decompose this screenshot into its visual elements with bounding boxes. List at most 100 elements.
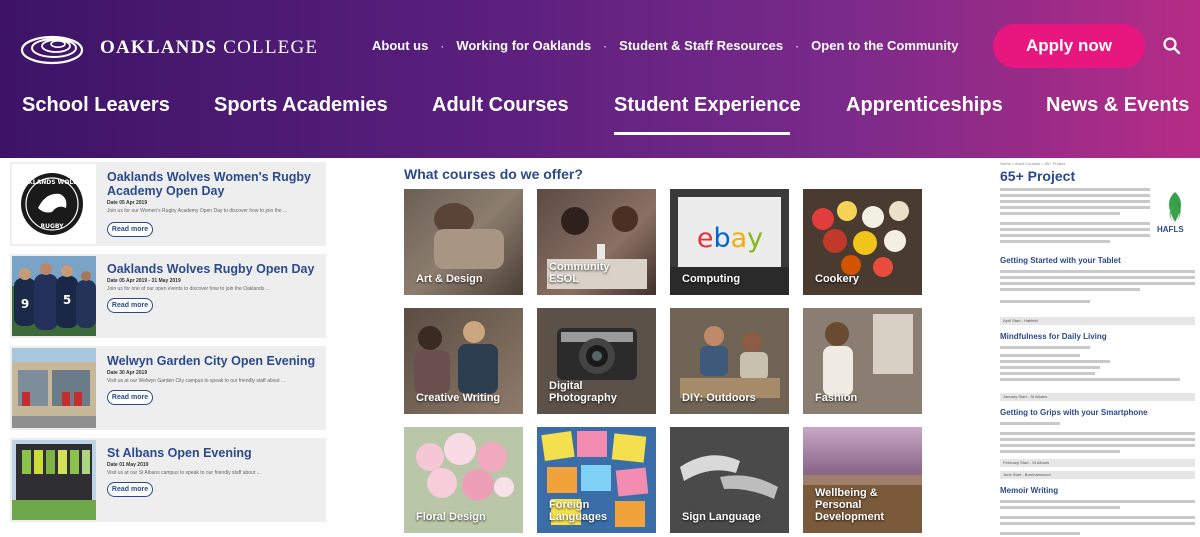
course-label: Art & Design — [416, 273, 483, 285]
apply-now-button[interactable]: Apply now — [993, 24, 1145, 68]
course-tile-digital-photography[interactable]: Digital Photography — [537, 308, 656, 414]
svg-text:OAKLANDS WOLVES: OAKLANDS WOLVES — [19, 179, 86, 186]
text-line — [1000, 378, 1180, 381]
event-date: Date 01 May 2019 — [107, 462, 149, 468]
active-nav-indicator — [614, 132, 790, 135]
course-date-select[interactable]: January Start - St Albans — [1000, 393, 1195, 401]
text-line — [1000, 300, 1090, 303]
wolves-rugby-badge: OAKLANDS WOLVES RUGBY — [12, 164, 96, 244]
course-label: Cookery — [815, 273, 860, 285]
text-line — [1000, 282, 1195, 285]
separator-dot: · — [440, 38, 445, 53]
text-line — [1000, 366, 1100, 369]
event-title[interactable]: Oaklands Wolves Rugby Open Day — [107, 262, 319, 276]
text-line — [1000, 270, 1195, 273]
event-title[interactable]: Oaklands Wolves Women's Rugby Academy Op… — [107, 170, 319, 198]
text-line — [1000, 422, 1060, 425]
course-tile-sign-language[interactable]: Sign Language — [670, 427, 789, 533]
event-description: Visit us at our St Albans campus to spea… — [107, 470, 261, 476]
text-line — [1000, 532, 1080, 535]
event-title[interactable]: Welwyn Garden City Open Evening — [107, 354, 319, 368]
site-header: OAKLANDS COLLEGE About us · Working for … — [0, 0, 1200, 158]
text-line — [1000, 516, 1195, 519]
event-title[interactable]: St Albans Open Evening — [107, 446, 319, 460]
nav-school-leavers[interactable]: School Leavers — [22, 94, 170, 117]
read-more-button[interactable]: Read more — [107, 482, 153, 497]
course-label: Creative Writing — [416, 392, 501, 404]
event-description: Join us for our Women's Rugby Academy Op… — [107, 208, 288, 214]
nav-adult-courses[interactable]: Adult Courses — [432, 94, 569, 117]
course-label: Digital Photography — [549, 380, 617, 404]
event-date: Date 05 Apr 2019 - 31 May 2019 — [107, 278, 181, 284]
utility-link-working-for-oaklands[interactable]: Working for Oaklands — [456, 38, 591, 53]
svg-text:RUGBY: RUGBY — [40, 223, 64, 230]
section-heading: Memoir Writing — [1000, 486, 1059, 495]
event-date: Date 05 Apr 2019 — [107, 200, 148, 206]
section-heading: Mindfulness for Daily Living — [1000, 332, 1107, 341]
utility-link-about-us[interactable]: About us — [372, 38, 428, 53]
course-tile-art-design[interactable]: Art & Design — [404, 189, 523, 295]
project-panel: Home > Adult Courses > 65+ Project 65+ P… — [995, 156, 1200, 537]
utility-link-resources[interactable]: Student & Staff Resources — [619, 38, 783, 53]
text-line — [1000, 506, 1120, 509]
course-tile-foreign-languages[interactable]: Foreign Languages — [537, 427, 656, 533]
text-line — [1000, 288, 1140, 291]
text-line — [1000, 372, 1095, 375]
course-label: Floral Design — [416, 511, 486, 523]
search-button[interactable] — [1160, 34, 1184, 58]
text-line — [1000, 276, 1195, 279]
oaklands-swirl-icon — [20, 35, 84, 65]
courses-heading: What courses do we offer? — [404, 166, 583, 182]
course-label: Foreign Languages — [549, 499, 608, 523]
read-more-button[interactable]: Read more — [107, 222, 153, 237]
course-date-select[interactable]: February Start - St Albans — [1000, 459, 1195, 467]
nav-news-events[interactable]: News & Events — [1046, 94, 1189, 117]
svg-text:5: 5 — [63, 293, 71, 307]
breadcrumb[interactable]: Home > Adult Courses > 65+ Project — [1000, 161, 1065, 166]
text-line — [1000, 234, 1150, 237]
svg-text:ebay: ebay — [697, 223, 763, 254]
course-tile-floral-design[interactable]: Floral Design — [404, 427, 523, 533]
read-more-button[interactable]: Read more — [107, 298, 153, 313]
nav-apprenticeships[interactable]: Apprenticeships — [846, 94, 1003, 117]
course-label: DIY: Outdoors — [682, 392, 756, 404]
event-description: Join us for one of our open events to di… — [107, 286, 270, 292]
read-more-button[interactable]: Read more — [107, 390, 153, 405]
text-line — [1000, 354, 1080, 357]
course-tile-computing[interactable]: ebay Computing — [670, 189, 789, 295]
event-card[interactable]: Welwyn Garden City Open Evening Date 30 … — [10, 346, 326, 430]
section-heading: Getting to Grips with your Smartphone — [1000, 408, 1148, 417]
course-date-select[interactable]: June Start - Borehamwood — [1000, 471, 1195, 479]
course-tile-creative-writing[interactable]: Creative Writing — [404, 308, 523, 414]
utility-link-community[interactable]: Open to the Community — [811, 38, 958, 53]
main-nav: School Leavers Sports Academies Adult Co… — [0, 90, 1200, 136]
text-line — [1000, 522, 1195, 525]
course-tile-wellbeing[interactable]: Wellbeing & Personal Development — [803, 427, 922, 533]
course-tile-cookery[interactable]: Cookery — [803, 189, 922, 295]
text-line — [1000, 194, 1150, 197]
text-line — [1000, 188, 1150, 191]
nav-student-experience[interactable]: Student Experience — [614, 94, 801, 117]
college-logo[interactable]: OAKLANDS COLLEGE — [18, 26, 318, 70]
course-tile-community-esol[interactable]: Community ESOL — [537, 189, 656, 295]
event-date: Date 30 Apr 2019 — [107, 370, 148, 376]
event-card[interactable]: St Albans Open Evening Date 01 May 2019 … — [10, 438, 326, 522]
course-date-select[interactable]: April Start - Hatfield — [1000, 317, 1195, 325]
text-line — [1000, 500, 1195, 503]
course-tile-fashion[interactable]: Fashion — [803, 308, 922, 414]
event-card[interactable]: OAKLANDS WOLVES RUGBY Oaklands Wolves Wo… — [10, 162, 326, 246]
text-line — [1000, 212, 1120, 215]
utility-nav: About us · Working for Oaklands · Studen… — [372, 38, 959, 53]
text-line — [1000, 346, 1090, 349]
text-line — [1000, 228, 1150, 231]
text-line — [1000, 206, 1150, 209]
event-card[interactable]: 9 5 Oaklands Wolves Rugby Open Day Date … — [10, 254, 326, 338]
text-line — [1000, 432, 1195, 435]
text-line — [1000, 444, 1195, 447]
text-line — [1000, 360, 1110, 363]
course-tile-diy-outdoors[interactable]: DIY: Outdoors — [670, 308, 789, 414]
nav-sports-academies[interactable]: Sports Academies — [214, 94, 388, 117]
rugby-team-photo: 9 5 — [12, 256, 96, 336]
course-label: Fashion — [815, 392, 858, 404]
course-label: Community ESOL — [549, 261, 610, 285]
